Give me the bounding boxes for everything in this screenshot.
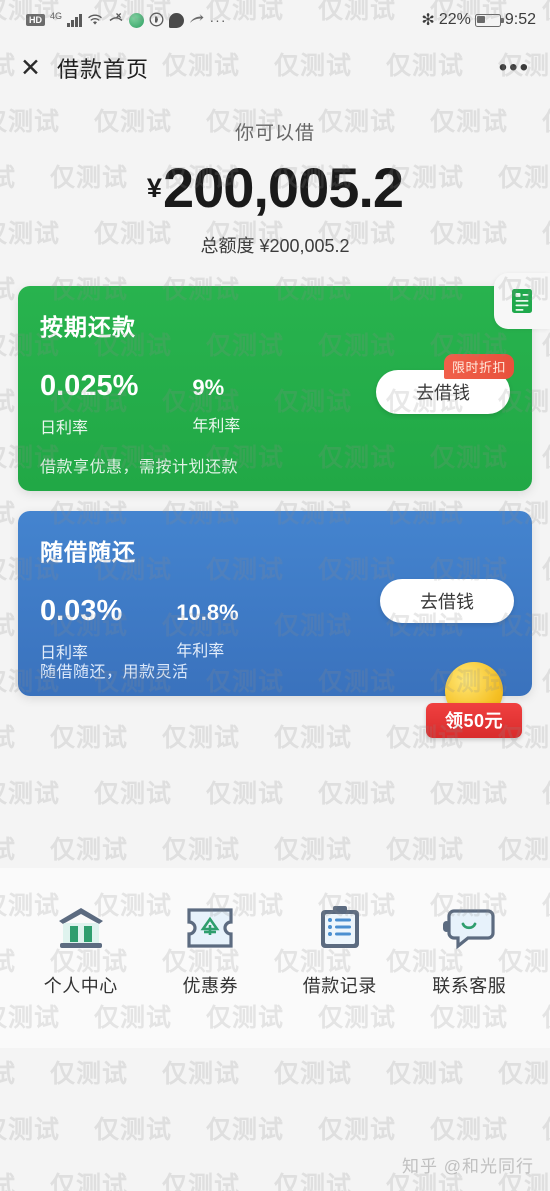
currency-symbol: ¥ bbox=[146, 173, 162, 203]
available-credit-label: 你可以借 bbox=[234, 123, 315, 144]
bluetooth-icon: ✻ bbox=[421, 12, 435, 29]
annual-rate-label: 年利率 bbox=[192, 417, 241, 435]
globe-icon bbox=[128, 12, 144, 28]
card-footnote: 随借随还，用款灵活 bbox=[40, 663, 189, 681]
daily-rate-block: 0.025% 日利率 bbox=[40, 369, 139, 438]
watermark-row: 仅测试仅测试仅测试仅测试仅测试仅测试仅测试 bbox=[0, 780, 550, 808]
clipboard-list-icon bbox=[312, 900, 368, 956]
4g-signal-icon: 4G bbox=[50, 11, 63, 21]
loan-product-cards: 按期还款 0.025% 日利率 9% 年利率 限时折扣 去借钱 借款享优惠，需按… bbox=[0, 272, 550, 738]
nav-bar: ✕ 借款首页 ••• bbox=[0, 40, 550, 96]
quick-action-label: 联系客服 bbox=[432, 976, 507, 996]
quick-actions-panel: 个人中心 优惠券 借款记录 联系客服 bbox=[0, 868, 550, 1048]
hd-icon: HD bbox=[26, 14, 45, 26]
clock: 9:52 bbox=[504, 11, 536, 28]
zhihu-watermark: 知乎 @和光同行 bbox=[402, 1157, 534, 1176]
watermark-row: 仅测试仅测试仅测试仅测试仅测试仅测试仅测试 bbox=[0, 836, 550, 864]
claim-coupon-button[interactable]: 领50元 bbox=[426, 702, 522, 738]
wifi-icon bbox=[87, 13, 103, 28]
annual-rate-value: 10.8% bbox=[176, 599, 239, 625]
status-bar-left-icons: HD 4G ··· bbox=[26, 11, 227, 29]
watermark-row: 仅测试仅测试仅测试仅测试仅测试仅测试仅测试 bbox=[0, 1116, 550, 1144]
signal-bars-icon bbox=[67, 13, 82, 27]
quick-action-label: 个人中心 bbox=[43, 976, 118, 996]
status-bar-right: ✻ 22% 9:52 bbox=[421, 10, 536, 30]
card-footnote: 借款享优惠，需按计划还款 bbox=[40, 458, 239, 476]
annual-rate-block: 10.8% 年利率 bbox=[176, 599, 239, 661]
annual-rate-value: 9% bbox=[192, 374, 225, 400]
more-icon: ··· bbox=[209, 12, 227, 28]
daily-rate-value: 0.03% bbox=[40, 594, 123, 627]
card-title: 按期还款 bbox=[40, 313, 136, 340]
bank-building-icon bbox=[53, 900, 109, 956]
phone-screen: HD 4G ··· ✻ 22% 9:52 ✕ 借款首页 ••• 你可以借 ¥20… bbox=[0, 0, 550, 1191]
loan-card-revolving[interactable]: 随借随还 0.03% 日利率 10.8% 年利率 去借钱 随借随还，用款灵活 领… bbox=[18, 510, 532, 738]
battery-icon bbox=[474, 13, 504, 27]
quick-actions-grid: 个人中心 优惠券 借款记录 联系客服 bbox=[0, 868, 550, 998]
more-options-icon[interactable]: ••• bbox=[499, 56, 530, 80]
daily-rate-label: 日利率 bbox=[40, 419, 89, 437]
quick-action-contact-service[interactable]: 联系客服 bbox=[405, 900, 535, 998]
quick-action-loan-records[interactable]: 借款记录 bbox=[275, 900, 405, 998]
annual-rate-block: 9% 年利率 bbox=[192, 374, 241, 436]
quick-action-label: 借款记录 bbox=[302, 976, 377, 996]
chat-icon bbox=[168, 12, 184, 28]
quick-action-label: 优惠券 bbox=[182, 976, 238, 996]
watermark-row: 仅测试仅测试仅测试仅测试仅测试仅测试仅测试 bbox=[0, 1060, 550, 1088]
status-bar: HD 4G ··· ✻ 22% 9:52 bbox=[0, 0, 550, 40]
quick-action-coupons[interactable]: 优惠券 bbox=[146, 900, 276, 998]
available-credit-value: ¥200,005.2 bbox=[0, 156, 550, 219]
battery-percent: 22% bbox=[438, 11, 471, 28]
coupon-ticket-icon bbox=[182, 900, 238, 956]
document-list-icon[interactable] bbox=[494, 272, 550, 329]
credit-number: 200,005.2 bbox=[162, 156, 404, 219]
daily-rate-block: 0.03% 日利率 bbox=[40, 594, 123, 663]
borrow-button[interactable]: 去借钱 bbox=[380, 578, 514, 623]
missed-call-icon bbox=[108, 12, 124, 28]
page-title: 借款首页 bbox=[56, 57, 149, 82]
card-title: 随借随还 bbox=[40, 538, 136, 565]
credit-amount-section: 你可以借 ¥200,005.2 总额度 ¥200,005.2 bbox=[0, 96, 550, 258]
mute-icon bbox=[149, 12, 164, 29]
quick-action-personal-center[interactable]: 个人中心 bbox=[16, 900, 146, 998]
discount-badge: 限时折扣 bbox=[443, 353, 514, 379]
customer-service-icon bbox=[441, 900, 497, 956]
share-icon bbox=[189, 12, 205, 28]
coupon-claim-widget[interactable]: 领50元 bbox=[426, 661, 522, 738]
close-icon[interactable]: ✕ bbox=[20, 55, 41, 81]
total-credit-label: 总额度 ¥200,005.2 bbox=[200, 235, 350, 256]
daily-rate-value: 0.025% bbox=[40, 369, 139, 402]
loan-card-installment[interactable]: 按期还款 0.025% 日利率 9% 年利率 限时折扣 去借钱 借款享优惠，需按… bbox=[18, 272, 550, 491]
